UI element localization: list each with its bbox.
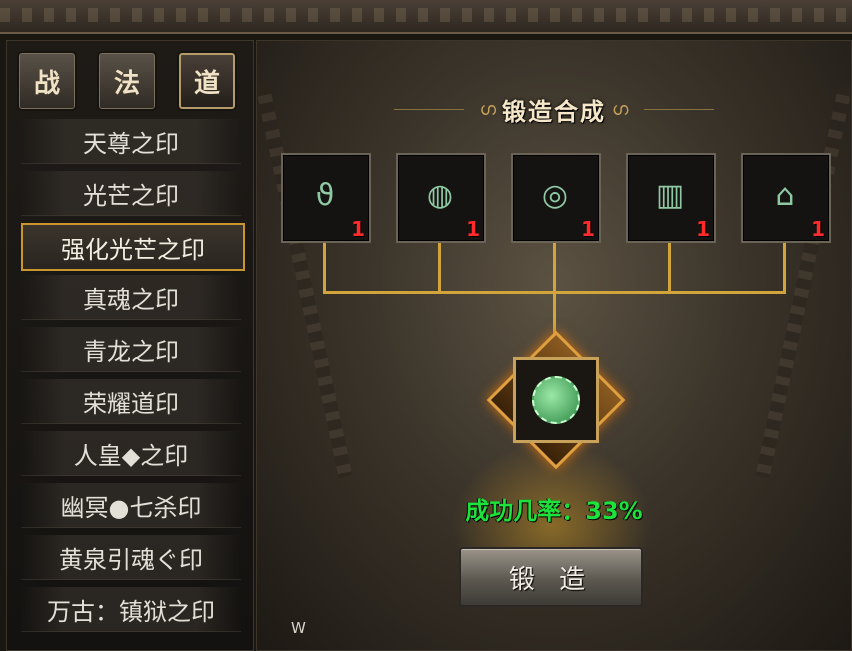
panel-title: 锻造合成 — [502, 96, 606, 126]
menu-item-qianghua-guangmang[interactable]: 强化光芒之印 — [21, 223, 245, 271]
title-divider-left — [393, 108, 464, 110]
material-slot-belt[interactable]: ▥ 1 — [626, 153, 716, 243]
result-slot[interactable] — [513, 357, 599, 443]
connector-line — [668, 243, 671, 293]
material-slot-bracelet[interactable]: ◍ 1 — [396, 153, 486, 243]
forge-button[interactable]: 锻 造 — [459, 547, 643, 607]
forge-panel: ഗ 锻造合成 ഗ ϑ 1 ◍ 1 ◎ 1 ▥ 1 ⌂ 1 成功几率：33% 锻 … — [256, 40, 852, 651]
seal-list-sidebar: 战 法 道 天尊之印 光芒之印 强化光芒之印 真魂之印 青龙之印 荣耀道印 人皇… — [6, 40, 254, 651]
material-quantity: 1 — [811, 217, 825, 241]
corner-hint-text: W — [291, 619, 306, 637]
material-slot-necklace[interactable]: ϑ 1 — [281, 153, 371, 243]
chain-decoration-left — [257, 83, 353, 479]
bracelet-icon: ◍ — [426, 177, 454, 213]
material-quantity: 1 — [466, 217, 480, 241]
title-ornament-left-icon: ഗ — [479, 98, 496, 120]
menu-item-qinglong[interactable]: 青龙之印 — [21, 327, 241, 372]
top-ornament-band — [0, 0, 852, 34]
jade-seal-icon — [532, 376, 580, 424]
menu-item-renhuang[interactable]: 人皇◆之印 — [21, 431, 241, 476]
menu-item-zhenhun[interactable]: 真魂之印 — [21, 275, 241, 320]
material-quantity: 1 — [696, 217, 710, 241]
tab-mage[interactable]: 法 — [97, 51, 157, 111]
necklace-icon: ϑ — [315, 177, 335, 213]
material-slot-boots[interactable]: ⌂ 1 — [741, 153, 831, 243]
tab-taoist[interactable]: 道 — [177, 51, 237, 111]
title-divider-right — [644, 108, 715, 110]
material-slot-ring[interactable]: ◎ 1 — [511, 153, 601, 243]
menu-item-rongyao[interactable]: 荣耀道印 — [21, 379, 241, 424]
title-ornament-right-icon: ഗ — [612, 98, 629, 120]
menu-item-wangu[interactable]: 万古：镇狱之印 — [21, 587, 241, 632]
menu-item-guangmang[interactable]: 光芒之印 — [21, 171, 241, 216]
menu-item-youming[interactable]: 幽冥●七杀印 — [21, 483, 241, 528]
connector-line — [323, 243, 326, 293]
boots-icon: ⌂ — [775, 177, 795, 213]
success-rate-text: 成功几率：33% — [465, 497, 643, 525]
material-quantity: 1 — [351, 217, 365, 241]
menu-item-huangquan[interactable]: 黄泉引魂ぐ印 — [21, 535, 241, 580]
tab-warrior[interactable]: 战 — [17, 51, 77, 111]
connector-line — [783, 243, 786, 293]
panel-title-bar: ഗ 锻造合成 ഗ — [257, 91, 851, 127]
connector-line — [438, 243, 441, 293]
menu-item-tianzun[interactable]: 天尊之印 — [21, 119, 241, 164]
belt-icon: ▥ — [655, 177, 685, 213]
material-quantity: 1 — [581, 217, 595, 241]
connector-line — [553, 243, 556, 293]
chain-decoration-right — [755, 83, 851, 479]
ring-icon: ◎ — [541, 177, 569, 213]
